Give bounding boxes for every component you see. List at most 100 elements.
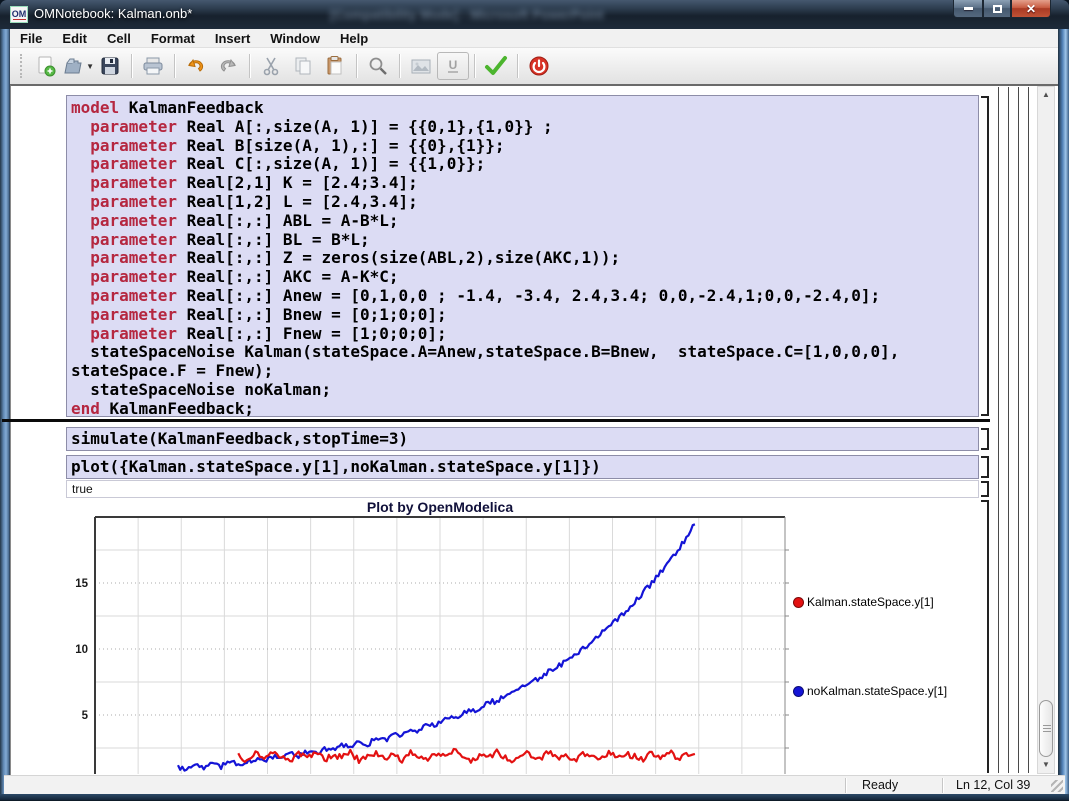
undo-button[interactable]: [180, 52, 212, 80]
code-line: parameter Real[:,:] AKC = A-K*C;: [71, 268, 978, 287]
open-dropdown-caret[interactable]: ▼: [86, 62, 94, 71]
redo-button[interactable]: [212, 52, 244, 80]
code-line: parameter Real B[size(A, 1),:] = {{0},{1…: [71, 137, 978, 156]
resize-grip-icon[interactable]: [1051, 780, 1063, 792]
copy-button[interactable]: [287, 52, 319, 80]
group-cell-line: [998, 87, 999, 773]
cell-bracket[interactable]: [981, 428, 989, 450]
copy-icon: [292, 55, 314, 77]
cell-bracket[interactable]: [981, 456, 989, 478]
printer-icon: [141, 55, 165, 77]
toolbar-grip[interactable]: [20, 54, 24, 78]
status-separator: [845, 778, 846, 793]
maximize-button[interactable]: [983, 0, 1011, 18]
group-cell-line: [1028, 87, 1029, 773]
save-button[interactable]: [94, 52, 126, 80]
legend-label: noKalman.stateSpace.y[1]: [807, 684, 947, 698]
maximize-icon: [993, 5, 1002, 13]
clipboard-icon: [324, 55, 346, 77]
scrollbar-thumb[interactable]: [1039, 700, 1053, 757]
paste-button[interactable]: [319, 52, 351, 80]
menu-cell[interactable]: Cell: [97, 29, 141, 48]
search-button[interactable]: [362, 52, 394, 80]
title-bar[interactable]: [Compatibility Mode] - Microsoft PowerPo…: [0, 0, 1069, 29]
group-cell-line: [1018, 87, 1019, 773]
close-button[interactable]: ✕: [1011, 0, 1051, 18]
menu-file[interactable]: File: [10, 29, 52, 48]
status-separator: [942, 778, 943, 793]
legend-red-dot-icon: [793, 597, 804, 608]
status-bar: Ready Ln 12, Col 39: [4, 775, 1065, 794]
menu-format[interactable]: Format: [141, 29, 205, 48]
window-border-left: [0, 29, 10, 794]
scissors-icon: [260, 55, 282, 77]
code-line: model KalmanFeedback: [71, 99, 978, 118]
code-line: parameter Real C[:,size(A, 1)] = {{1,0}}…: [71, 155, 978, 174]
legend-item-nokalman[interactable]: noKalman.stateSpace.y[1]: [793, 684, 947, 698]
code-line: stateSpaceNoise Kalman(stateSpace.A=Anew…: [71, 343, 978, 362]
plot-command-cell[interactable]: plot({Kalman.stateSpace.y[1],noKalman.st…: [66, 455, 979, 479]
window-controls: ✕: [953, 0, 1051, 18]
redo-icon: [216, 55, 240, 77]
code-line: parameter Real[:,:] Fnew = [1;0;0;0];: [71, 325, 978, 344]
status-ready: Ready: [862, 778, 898, 792]
svg-text:U: U: [449, 58, 458, 72]
legend-item-kalman[interactable]: Kalman.stateSpace.y[1]: [793, 595, 934, 609]
power-icon: [528, 55, 550, 77]
code-line: parameter Real A[:,size(A, 1)] = {{0,1},…: [71, 118, 978, 137]
window-title: OMNotebook: Kalman.onb*: [34, 6, 192, 21]
print-button[interactable]: [137, 52, 169, 80]
code-line: parameter Real[2,1] K = [2.4;3.4];: [71, 174, 978, 193]
minimize-icon: [964, 7, 973, 10]
simulate-cell[interactable]: simulate(KalmanFeedback,stopTime=3): [66, 427, 979, 451]
save-floppy-icon: [99, 55, 121, 77]
background-window-title: [Compatibility Mode] - Microsoft PowerPo…: [330, 7, 730, 22]
new-document-icon: [35, 55, 57, 77]
svg-text:10: 10: [75, 644, 88, 656]
minimize-button[interactable]: [953, 0, 983, 18]
close-icon: ✕: [1026, 4, 1036, 14]
cut-button[interactable]: [255, 52, 287, 80]
toolbar-separator: [174, 54, 175, 78]
image-icon: [409, 55, 433, 77]
open-folder-icon: [62, 55, 85, 77]
image-cell-button[interactable]: [405, 52, 437, 80]
menu-help[interactable]: Help: [330, 29, 378, 48]
evaluate-button[interactable]: [480, 52, 512, 80]
search-icon: [367, 55, 389, 77]
code-line: parameter Real[:,:] Z = zeros(size(ABL,2…: [71, 249, 978, 268]
toolbar-separator: [517, 54, 518, 78]
code-cell[interactable]: model KalmanFeedback parameter Real A[:,…: [66, 95, 979, 417]
toolbar: ▼ U: [10, 48, 1058, 85]
code-line: end KalmanFeedback;: [71, 400, 978, 417]
code-line: parameter Real[:,:] BL = B*L;: [71, 231, 978, 250]
cell-bracket[interactable]: [981, 96, 989, 416]
underline-button[interactable]: U: [437, 52, 469, 80]
code-line: stateSpace.F = Fnew);: [71, 362, 978, 381]
menu-bar: FileEditCellFormatInsertWindowHelp: [10, 29, 1058, 48]
toolbar-separator: [474, 54, 475, 78]
menu-insert[interactable]: Insert: [205, 29, 260, 48]
check-icon: [483, 54, 509, 78]
open-file-button[interactable]: ▼: [62, 52, 94, 80]
svg-text:5: 5: [82, 710, 89, 722]
status-cursor-position: Ln 12, Col 39: [956, 778, 1030, 792]
code-line: parameter Real[1,2] L = [2.4,3.4];: [71, 193, 978, 212]
cell-bracket[interactable]: [981, 481, 989, 497]
toolbar-separator: [131, 54, 132, 78]
code-line: parameter Real[:,:] Bnew = [0;1;0;0];: [71, 306, 978, 325]
undo-icon: [184, 55, 208, 77]
cell-bracket[interactable]: [981, 500, 989, 773]
window-border-bottom: [0, 794, 1069, 801]
new-document-button[interactable]: [30, 52, 62, 80]
legend-label: Kalman.stateSpace.y[1]: [807, 595, 934, 609]
group-cell-line: [1008, 87, 1009, 773]
quit-button[interactable]: [523, 52, 555, 80]
menu-edit[interactable]: Edit: [52, 29, 97, 48]
menu-window[interactable]: Window: [260, 29, 330, 48]
scroll-up-icon[interactable]: ▲: [1038, 87, 1054, 103]
underline-icon: U: [444, 57, 462, 75]
scroll-down-icon[interactable]: ▼: [1038, 757, 1054, 773]
vertical-scrollbar[interactable]: ▲ ▼: [1037, 86, 1055, 774]
cell-cursor-divider[interactable]: [2, 419, 990, 422]
